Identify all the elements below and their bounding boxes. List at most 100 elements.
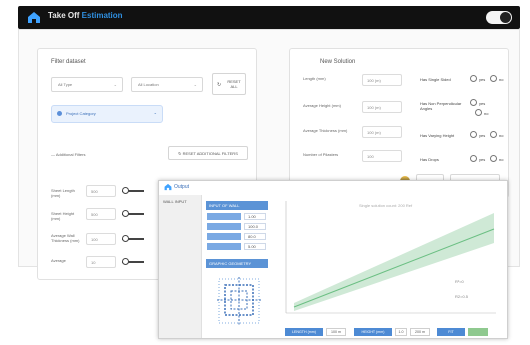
length-button[interactable]: LENGTH (mm) (285, 328, 323, 336)
wall-thickness-label: Average Wall Thickness (mm) (51, 233, 80, 243)
home-logo-icon (164, 183, 172, 191)
chevron-down-icon: ⌄ (193, 82, 197, 87)
sheet-length-label: Sheet Length (mm) (51, 188, 75, 198)
avg-height-label: Average Height (mm) (303, 103, 341, 108)
height-button[interactable]: HEIGHT (mm) (354, 328, 392, 336)
height-unit-field[interactable]: 200 m (410, 328, 430, 336)
varying-height-no-radio[interactable] (490, 131, 497, 138)
graphic-geometry-header: GRAPHIC GEOMETRY (206, 259, 268, 268)
wall-thickness-input[interactable]: 100 (86, 233, 116, 245)
refresh-icon: ↻ (217, 82, 222, 88)
type-select[interactable]: All Type ⌄ (51, 77, 123, 92)
project-category-chip[interactable]: Project Category ⌄ (51, 105, 163, 123)
app-title-main: Take Off (48, 11, 80, 20)
avg-thickness-input[interactable]: 100 (m) (362, 126, 402, 138)
theme-toggle[interactable] (486, 11, 512, 24)
additional-filters-label: Additional Filters (55, 152, 86, 157)
sheet-height-input[interactable]: 500 (86, 208, 116, 220)
chevron-down-icon: ⌄ (153, 110, 157, 115)
chevron-down-icon: ⌄ (113, 82, 117, 87)
output-dialog: Output WALL INPUT INPUT OF WALL 1.00 100… (158, 180, 508, 339)
run-button[interactable] (468, 328, 488, 336)
regression-plot (274, 195, 500, 326)
length-input[interactable]: 100 (m) (362, 74, 402, 86)
length-label: Length (mm) (303, 76, 326, 81)
height-value-field[interactable]: 1.0 (395, 328, 407, 336)
param-label-cell (207, 233, 241, 240)
reset-additional-label: RESET ADDITIONAL FILTERS (182, 151, 238, 156)
refresh-icon: ↻ (178, 151, 182, 156)
sheet-length-slider[interactable] (122, 187, 144, 195)
avg-thickness-label: Average Thickness (mm) (303, 128, 348, 133)
reset-all-button[interactable]: ↻ RESET ALL (212, 73, 246, 95)
avg-height-input[interactable]: 100 (m) (362, 101, 402, 113)
yes-label: yes (479, 133, 486, 138)
avg-height-value: 100 (m) (367, 105, 381, 110)
length-value: 100 (m) (367, 78, 381, 83)
toggle-knob (500, 12, 511, 23)
r2-label-2: R2=0.5 (455, 294, 469, 299)
filter-title: Filter dataset (51, 59, 86, 65)
location-select[interactable]: All Location ⌄ (131, 77, 203, 92)
slider-thumb[interactable] (122, 187, 129, 194)
slider-thumb[interactable] (122, 235, 129, 242)
solution-panel: New Solution Length (mm) 100 (m) Average… (289, 48, 509, 198)
has-drops-label: Has Drops (420, 157, 439, 162)
single-sided-no-radio[interactable] (490, 75, 497, 82)
average-input[interactable]: 10 (86, 256, 116, 268)
length-value-field[interactable]: 100 m (326, 328, 346, 336)
yes-label: yes (479, 77, 486, 82)
sidebar-item-wall-input[interactable]: WALL INPUT (163, 199, 187, 204)
varying-height-yes-radio[interactable] (470, 131, 477, 138)
wall-thickness-value: 100 (91, 237, 98, 242)
app-title: Take Off Estimation (48, 11, 123, 20)
drops-yes-radio[interactable] (470, 155, 477, 162)
param-value-cell[interactable]: 1.00 (244, 213, 266, 220)
non-perpendicular-label: Has Non Perpendicular Angles (420, 101, 462, 111)
slider-thumb[interactable] (122, 210, 129, 217)
param-label-cell (207, 223, 241, 230)
solution-title: New Solution (320, 59, 356, 65)
pilasters-label: Number of Pilasters (303, 152, 339, 157)
non-perp-yes-radio[interactable] (470, 99, 477, 106)
drops-no-radio[interactable] (490, 155, 497, 162)
yes-label: yes (479, 101, 486, 106)
reset-additional-button[interactable]: ↻ RESET ADDITIONAL FILTERS (168, 146, 248, 160)
param-value-cell[interactable]: 5.00 (244, 243, 266, 250)
yes-label: yes (479, 157, 486, 162)
wall-thickness-slider[interactable] (122, 235, 144, 243)
param-value-cell[interactable]: 80.0 (244, 233, 266, 240)
chip-label: Project Category (66, 111, 96, 116)
sheet-height-slider[interactable] (122, 210, 144, 218)
slider-thumb[interactable] (122, 258, 129, 265)
param-value-cell[interactable]: 100.0 (244, 223, 266, 230)
avg-thickness-value: 100 (m) (367, 130, 381, 135)
wall-geometry-preview (217, 277, 261, 325)
collapse-icon: — (51, 152, 55, 157)
sheet-length-input[interactable]: 500 (86, 185, 116, 197)
pilasters-input[interactable]: 100 (362, 150, 402, 162)
param-label-cell (207, 243, 241, 250)
input-wall-header: INPUT OF WALL (206, 201, 268, 210)
sheet-height-label: Sheet Height (mm) (51, 211, 75, 221)
no-label: no (499, 157, 504, 162)
app-title-sub: Estimation (81, 11, 123, 20)
dialog-title: Output (174, 184, 190, 190)
average-value: 10 (91, 260, 96, 265)
non-perp-no-radio[interactable] (475, 109, 482, 116)
app-header: Take Off Estimation (18, 6, 520, 29)
pilasters-value: 100 (367, 154, 374, 159)
single-sided-yes-radio[interactable] (470, 75, 477, 82)
fit-button[interactable]: FIT (437, 328, 465, 336)
sheet-length-value: 500 (91, 189, 98, 194)
r2-label: R²=0 (455, 279, 464, 284)
sheet-height-value: 500 (91, 212, 98, 217)
type-select-value: All Type (58, 82, 73, 87)
average-slider[interactable] (122, 258, 144, 266)
additional-filters-toggle[interactable]: — Additional Filters (51, 152, 85, 157)
average-label: Average (51, 258, 66, 263)
dialog-sidebar: WALL INPUT (159, 195, 202, 338)
single-sided-label: Has Single Sided (420, 77, 451, 82)
varying-height-label: Has Varying Height (420, 133, 455, 138)
home-logo-icon (28, 12, 40, 23)
